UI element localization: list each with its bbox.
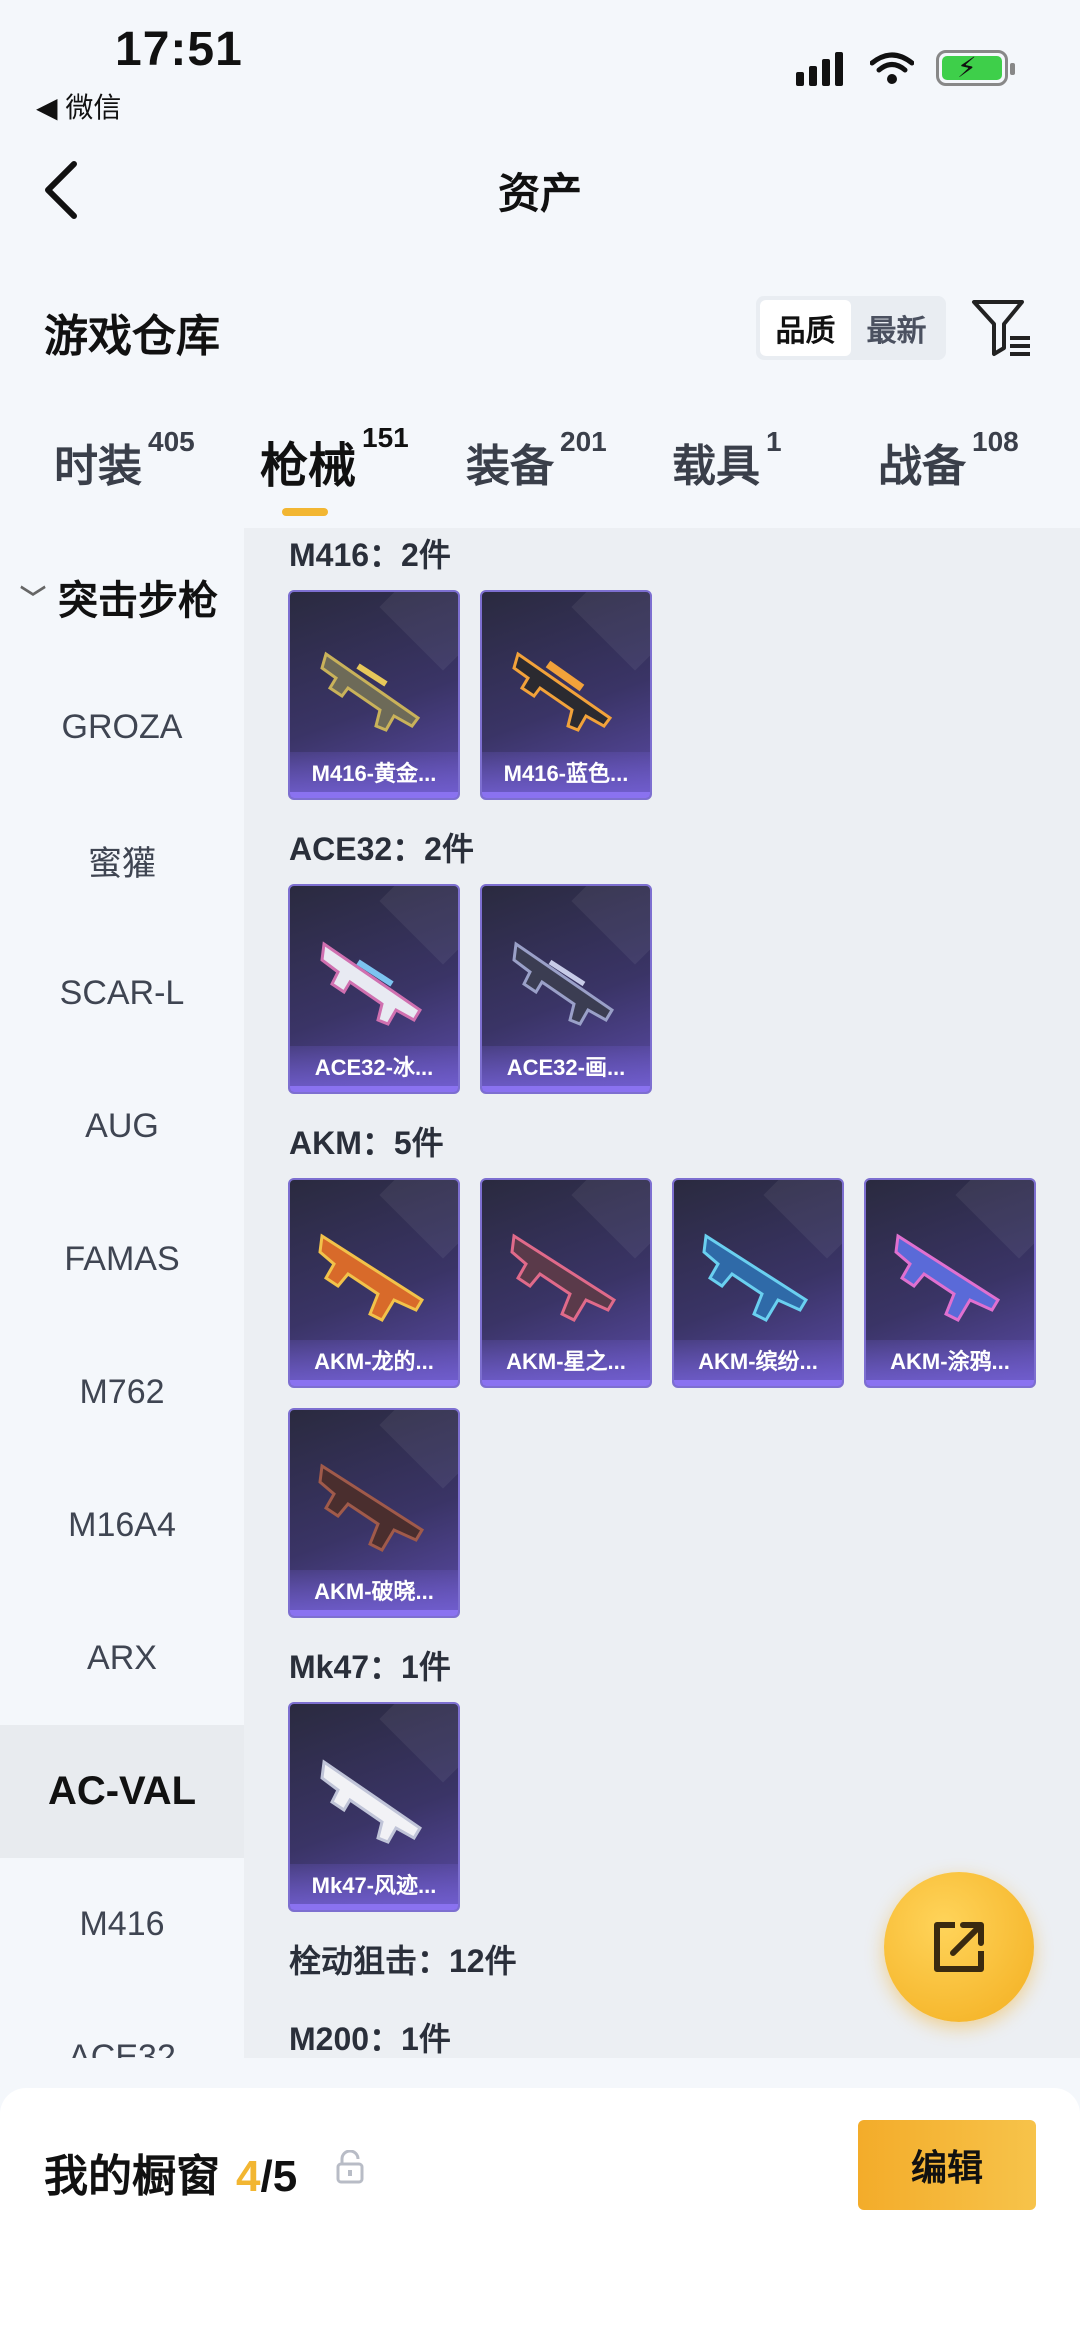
share-icon — [934, 1922, 984, 1972]
sidebar-item-groza[interactable]: GROZA — [0, 661, 244, 794]
status-icons: ⚡ — [796, 50, 1015, 86]
lock-icon — [336, 2150, 364, 2184]
active-tab-indicator — [282, 508, 328, 516]
tab-vehicles[interactable]: 载具 1 — [672, 426, 782, 494]
skin-card[interactable]: ACE32-画... — [480, 884, 652, 1094]
sidebar-item-arx[interactable]: ARX — [0, 1592, 244, 1725]
skin-card[interactable]: AKM-缤纷... — [672, 1178, 844, 1388]
rifle-icon — [894, 1233, 1001, 1322]
chevron-down-icon: ﹀ — [20, 583, 47, 614]
showcase-total-count: /5 — [260, 2152, 298, 2201]
tab-label: 枪械 — [260, 440, 357, 493]
tab-count: 1 — [766, 426, 782, 457]
tab-count: 151 — [362, 422, 409, 453]
sidebar-item-ac-val[interactable]: AC-VAL — [0, 1725, 244, 1858]
filter-icon[interactable] — [970, 296, 1034, 360]
sidebar-item-m762[interactable]: M762 — [0, 1326, 244, 1459]
group-title-mk47: Mk47：1件 — [289, 1649, 451, 1685]
page-title: 资产 — [497, 170, 582, 217]
tab-label: 装备 — [466, 442, 554, 491]
skin-name: AKM-龙的... — [290, 1340, 458, 1380]
sort-quality-option[interactable]: 品质 — [760, 300, 851, 356]
battery-icon: ⚡ — [936, 50, 1015, 86]
group-title-m200: M200：1件 — [289, 2021, 451, 2057]
skin-name: AKM-涂鸦... — [866, 1340, 1034, 1380]
rifle-icon — [512, 941, 615, 1026]
showcase-title: 我的橱窗 4 /5 — [44, 2140, 297, 2204]
group-title-akm: AKM：5件 — [289, 1125, 444, 1161]
skin-name: Mk47-风迹... — [290, 1864, 458, 1904]
rifle-icon — [318, 1233, 425, 1322]
sidebar-item-honey-badger[interactable]: 蜜獾 — [0, 794, 244, 927]
sidebar-item-famas[interactable]: FAMAS — [0, 1193, 244, 1326]
tab-fashion[interactable]: 时装 405 — [54, 426, 195, 494]
tab-label: 载具 — [672, 442, 760, 491]
rifle-icon — [320, 941, 423, 1026]
sidebar-item-m16a4[interactable]: M16A4 — [0, 1459, 244, 1592]
rifle-icon — [320, 1759, 423, 1844]
showcase-label: 我的橱窗 — [44, 2152, 220, 2201]
skin-name: AKM-星之... — [482, 1340, 650, 1380]
skin-name: ACE32-冰... — [290, 1046, 458, 1086]
skin-name: M416-蓝色... — [482, 752, 650, 792]
tab-label: 时装 — [54, 442, 142, 491]
status-bar: 17:51 ◀ 微信 ⚡ — [0, 0, 1080, 130]
group-title-ace32: ACE32：2件 — [289, 831, 474, 867]
sidebar-group-assault-rifles[interactable]: ﹀ 突击步枪 — [20, 568, 218, 626]
skin-name: AKM-破晓... — [290, 1570, 458, 1610]
skin-card[interactable]: ACE32-冰... — [288, 884, 460, 1094]
status-time: 17:51 — [115, 23, 243, 76]
skin-card[interactable]: M416-蓝色... — [480, 590, 652, 800]
group-title-m416: M416：2件 — [289, 537, 451, 573]
sidebar-item-m416[interactable]: M416 — [0, 1858, 244, 1991]
showcase-current-count: 4 — [236, 2152, 261, 2201]
group-title-bolt-action: 栓动狙击：12件 — [289, 1943, 517, 1979]
inventory-title: 游戏仓库 — [44, 312, 220, 361]
tab-supplies[interactable]: 战备 108 — [878, 426, 1019, 494]
skin-card[interactable]: Mk47-风迹... — [288, 1702, 460, 1912]
tab-count: 108 — [972, 426, 1019, 457]
skin-card[interactable]: M416-黄金... — [288, 590, 460, 800]
category-tabs: 时装 405 枪械 151 装备 201 载具 1 战备 108 — [0, 422, 1080, 530]
wifi-icon — [870, 52, 914, 84]
back-to-wechat-link[interactable]: ◀ 微信 — [36, 86, 121, 126]
sidebar-item-ace32[interactable]: ACE32 — [0, 1991, 244, 2058]
weapon-list: M416：2件 M416-黄金... M416-蓝色... ACE32：2件 A… — [244, 528, 1080, 2058]
tab-count: 201 — [560, 426, 607, 457]
sidebar-item-aug[interactable]: AUG — [0, 1060, 244, 1193]
tab-firearms[interactable]: 枪械 151 — [260, 422, 409, 496]
tab-count: 405 — [148, 426, 195, 457]
skin-name: ACE32-画... — [482, 1046, 650, 1086]
sort-newest-option[interactable]: 最新 — [851, 300, 942, 356]
edit-button[interactable]: 编辑 — [858, 2120, 1036, 2210]
sidebar-item-scar-l[interactable]: SCAR-L — [0, 927, 244, 1060]
skin-name: AKM-缤纷... — [674, 1340, 842, 1380]
skin-name: M416-黄金... — [290, 752, 458, 792]
share-button[interactable] — [884, 1872, 1034, 2022]
sort-toggle: 品质 最新 — [756, 296, 946, 360]
rifle-icon — [318, 1463, 425, 1552]
rifle-icon — [702, 1233, 809, 1322]
signal-icon — [796, 50, 848, 86]
skin-card[interactable]: AKM-龙的... — [288, 1178, 460, 1388]
showcase-bar: 我的橱窗 4 /5 编辑 — [0, 2088, 1080, 2337]
rifle-icon — [320, 651, 421, 732]
rifle-icon — [510, 1233, 617, 1322]
rifle-icon — [512, 651, 613, 732]
weapon-sidebar: ﹀ 突击步枪 GROZA 蜜獾 SCAR-L AUG FAMAS M762 M1… — [0, 528, 244, 2058]
tab-equipment[interactable]: 装备 201 — [466, 426, 607, 494]
skin-card[interactable]: AKM-涂鸦... — [864, 1178, 1036, 1388]
skin-card[interactable]: AKM-星之... — [480, 1178, 652, 1388]
tab-label: 战备 — [878, 442, 966, 491]
skin-card[interactable]: AKM-破晓... — [288, 1408, 460, 1618]
sidebar-group-label: 突击步枪 — [58, 579, 219, 623]
